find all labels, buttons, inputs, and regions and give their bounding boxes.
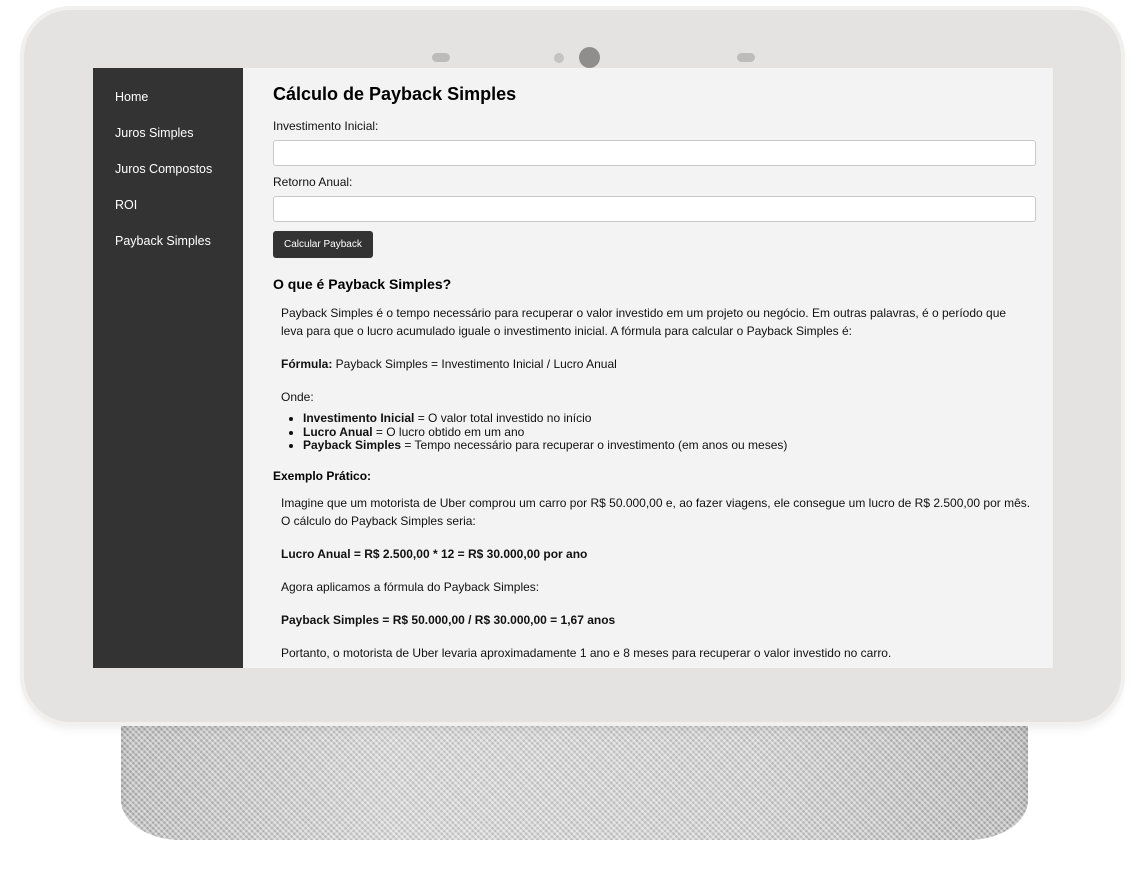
payback-calc: Payback Simples = R$ 50.000,00 / R$ 30.0…	[281, 613, 616, 627]
retorno-label: Retorno Anual:	[273, 175, 353, 189]
formula-line: Fórmula: Payback Simples = Investimento …	[281, 355, 1036, 373]
definition-term: Payback Simples	[303, 438, 402, 452]
info-heading: O que é Payback Simples?	[273, 276, 452, 292]
calcular-payback-button[interactable]: Calcular Payback	[273, 231, 373, 258]
exemplo-line-2: O cálculo do Payback Simples seria:	[281, 514, 476, 528]
exemplo-intro: Imagine que um motorista de Uber comprou…	[281, 494, 1036, 530]
definition-text: = Tempo necessário para recuperar o inve…	[401, 438, 788, 452]
formula-label: Fórmula:	[281, 357, 333, 371]
list-item: Lucro Anual = O lucro obtido em um ano	[303, 424, 787, 440]
sidebar-item-roi[interactable]: ROI	[115, 198, 137, 212]
conclusao-text: Portanto, o motorista de Uber levaria ap…	[281, 646, 892, 660]
camera	[579, 47, 600, 68]
investimento-input[interactable]	[273, 140, 1036, 166]
sidebar-item-home[interactable]: Home	[115, 90, 148, 104]
info-intro-line-1: Payback Simples é o tempo necessário par…	[281, 306, 1007, 320]
microphone-left	[432, 53, 450, 62]
definition-term: Investimento Inicial	[303, 411, 415, 425]
definition-text: = O valor total investido no início	[414, 411, 592, 425]
light-sensor	[554, 53, 564, 63]
lucro-anual-calc: Lucro Anual = R$ 2.500,00 * 12 = R$ 30.0…	[281, 547, 588, 561]
speaker-base	[121, 712, 1028, 840]
screen: Home Juros Simples Juros Compostos ROI P…	[93, 68, 1053, 668]
sidebar-item-juros-compostos[interactable]: Juros Compostos	[115, 162, 212, 176]
agora-text: Agora aplicamos a fórmula do Payback Sim…	[281, 580, 540, 594]
sidebar-item-juros-simples[interactable]: Juros Simples	[115, 126, 194, 140]
page-title: Cálculo de Payback Simples	[273, 84, 517, 104]
investimento-label: Investimento Inicial:	[273, 119, 379, 133]
definition-term: Lucro Anual	[303, 424, 373, 439]
formula-text: Payback Simples = Investimento Inicial /…	[332, 357, 617, 371]
microphone-right	[737, 53, 755, 62]
definitions-list: Investimento Inicial = O valor total inv…	[281, 411, 788, 453]
list-item: Payback Simples = Tempo necessário para …	[303, 438, 788, 453]
info-intro: Payback Simples é o tempo necessário par…	[281, 304, 1036, 340]
retorno-input[interactable]	[273, 196, 1036, 222]
sidebar: Home Juros Simples Juros Compostos ROI P…	[93, 68, 243, 668]
list-item: Investimento Inicial = O valor total inv…	[303, 411, 787, 426]
exemplo-line-1: Imagine que um motorista de Uber comprou…	[281, 496, 1031, 510]
onde-text: Onde:	[281, 390, 314, 404]
info-intro-line-2: leva para que o lucro acumulado iguale o…	[281, 324, 852, 338]
sidebar-item-payback-simples[interactable]: Payback Simples	[115, 234, 211, 248]
definition-text: = O lucro obtido em um ano	[372, 424, 525, 439]
exemplo-heading: Exemplo Prático:	[273, 469, 372, 483]
